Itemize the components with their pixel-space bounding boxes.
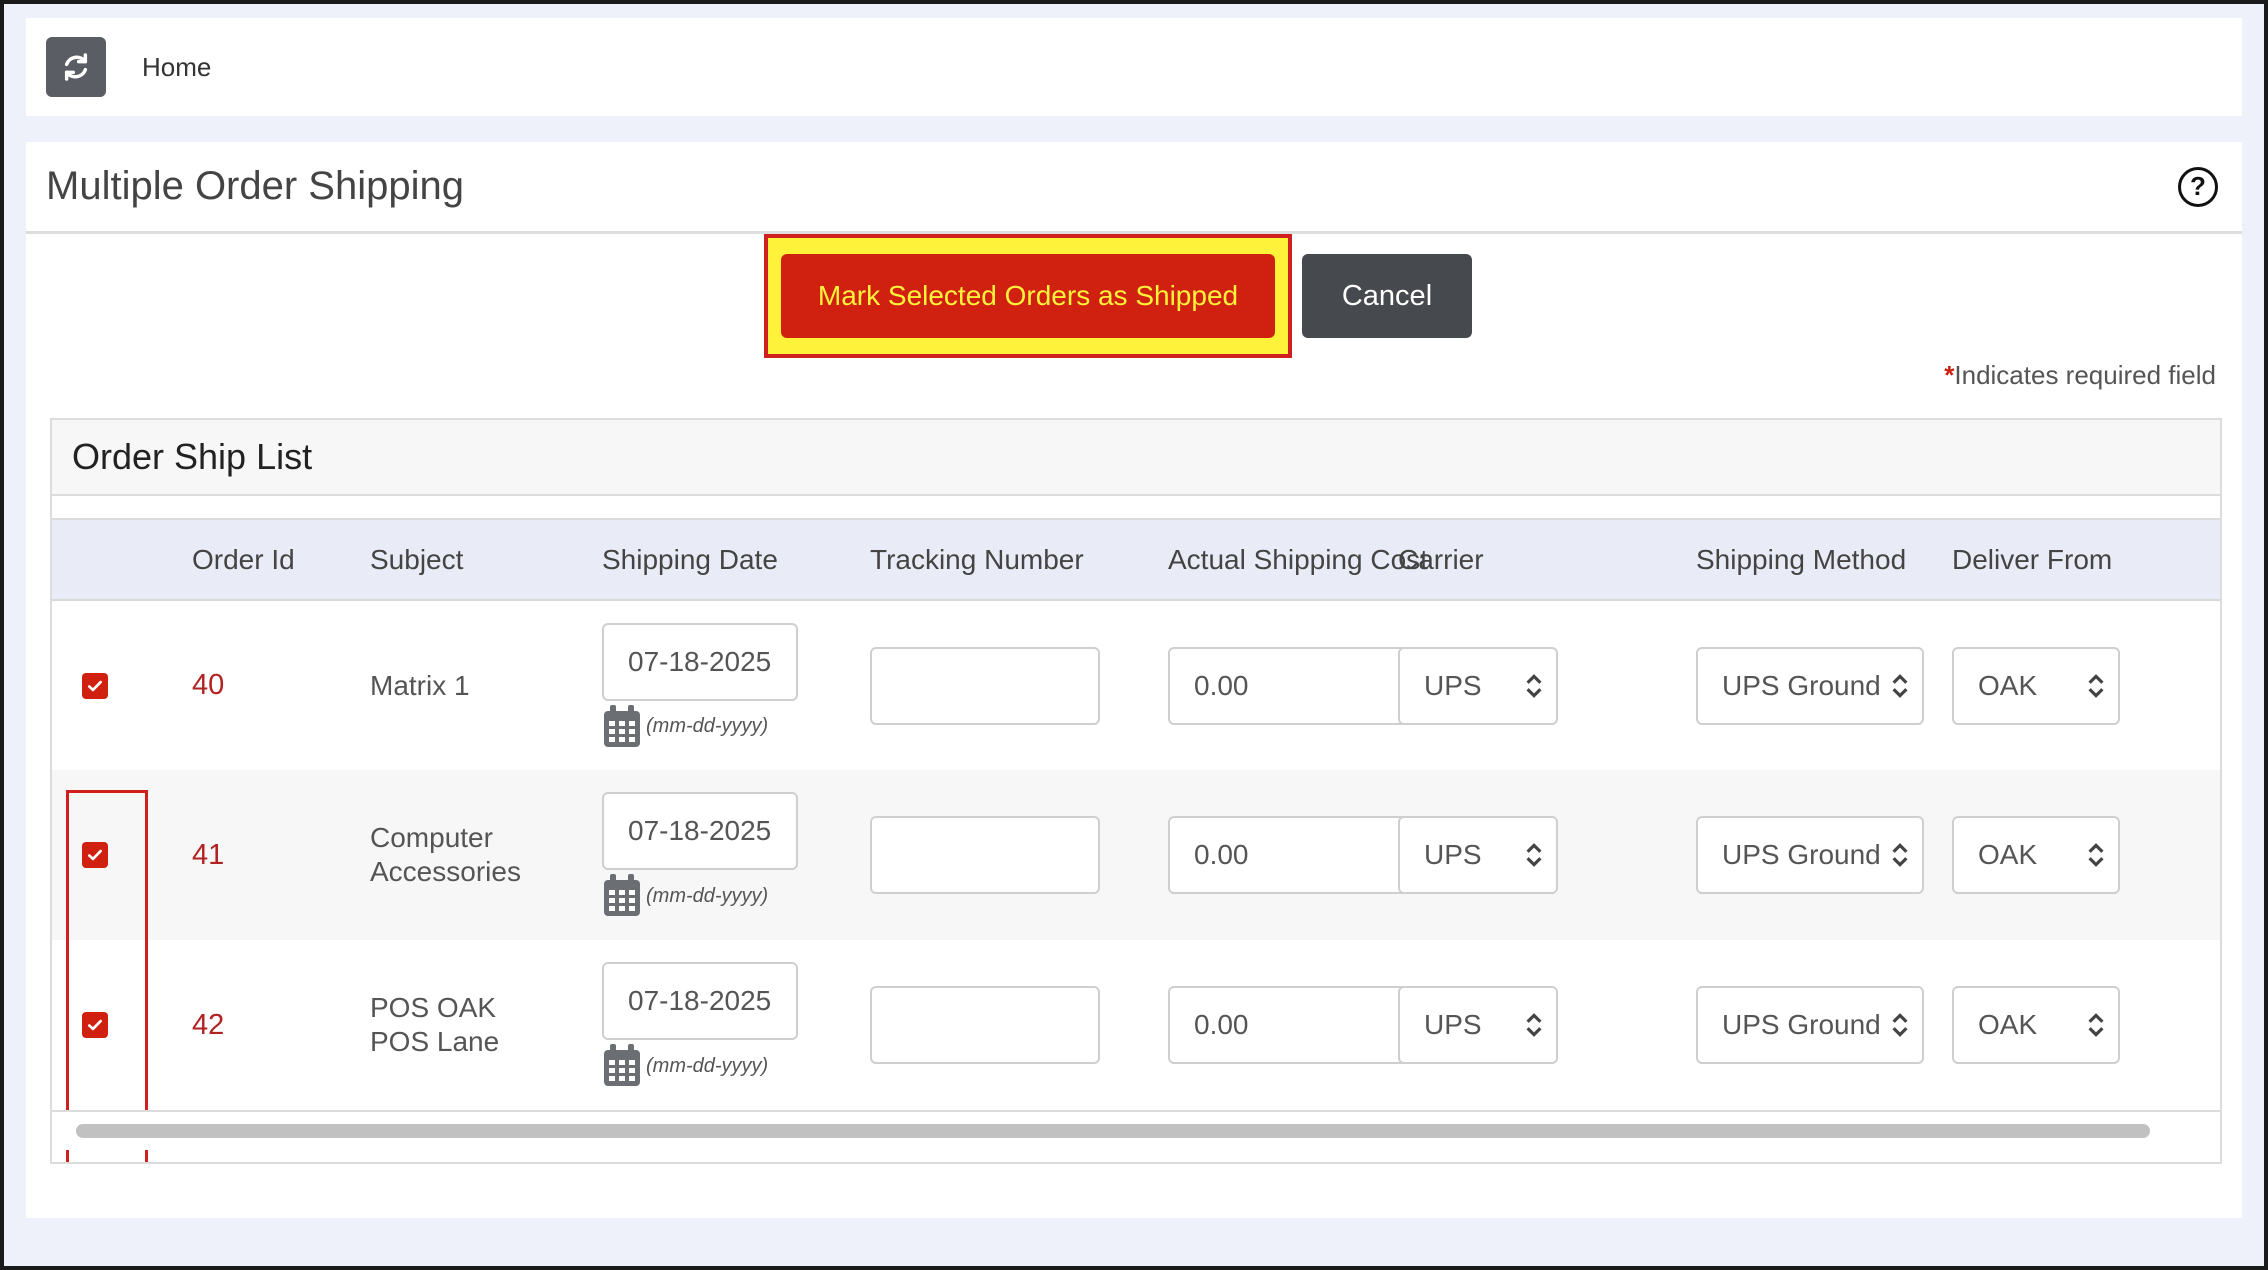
subject-line: Accessories [370, 856, 521, 887]
calendar-icon[interactable] [602, 1044, 642, 1088]
order-id-link[interactable]: 41 [192, 839, 224, 871]
select-arrows-icon [1892, 673, 1908, 698]
deliver-from-value: OAK [1978, 839, 2038, 870]
top-bar: Home [26, 18, 2242, 116]
order-id-link[interactable]: 42 [192, 1009, 224, 1041]
carrier-value: UPS [1424, 1009, 1482, 1040]
help-icon[interactable]: ? [2178, 166, 2218, 207]
deliver-from-value: OAK [1978, 669, 2038, 701]
main-card: Multiple Order Shipping ? Mark Selected … [26, 142, 2242, 1218]
order-ship-list-title: Order Ship List [52, 420, 2220, 496]
horizontal-scrollbar[interactable] [52, 1110, 2220, 1150]
col-deliver-from[interactable]: Deliver From [1952, 520, 2220, 601]
highlight-box: Mark Selected Orders as Shipped [764, 234, 1292, 358]
col-carrier[interactable]: Carrier [1398, 520, 1696, 601]
carrier-select[interactable]: UPS [1398, 646, 1558, 725]
row-checkbox[interactable] [82, 672, 108, 699]
shipping-date-cell: 07-18-2025 (mm-dd-yyyy) [602, 962, 870, 1088]
cancel-button[interactable]: Cancel [1302, 254, 1472, 338]
list-spacer [52, 496, 2220, 520]
mark-shipped-button[interactable]: Mark Selected Orders as Shipped [781, 254, 1275, 338]
shipping-method-value: UPS Ground [1722, 669, 1881, 701]
col-shipping-date[interactable]: Shipping Date [602, 520, 870, 601]
checkmark-icon [88, 1019, 102, 1031]
tracking-number-input[interactable] [870, 986, 1100, 1064]
date-format-hint: (mm-dd-yyyy) [646, 884, 769, 907]
checkmark-icon [88, 849, 102, 861]
shipping-method-select[interactable]: UPS Ground [1696, 816, 1924, 894]
shipping-method-value: UPS Ground [1722, 839, 1881, 870]
col-actual-shipping-cost[interactable]: Actual Shipping Cost [1168, 520, 1428, 601]
col-select [52, 520, 192, 601]
subject-line: Matrix 1 [370, 669, 470, 701]
subject-line: POS Lane [370, 1026, 500, 1057]
required-star: * [1944, 360, 1955, 390]
carrier-select[interactable]: UPS [1398, 816, 1558, 894]
deliver-from-value: OAK [1978, 1009, 2038, 1040]
table-row: 41 Computer Accessories 07-18-2025 (mm-dd… [52, 770, 2220, 940]
order-table: Order Id Subject Shipping Date Tracking … [52, 520, 2220, 1110]
subject-line: POS OAK [370, 992, 497, 1023]
page-title: Multiple Order Shipping [46, 164, 464, 208]
calendar-icon[interactable] [602, 704, 642, 749]
date-format-hint: (mm-dd-yyyy) [646, 715, 769, 737]
subject-line: Computer [370, 822, 493, 853]
deliver-from-select[interactable]: OAK [1952, 986, 2120, 1064]
refresh-button[interactable] [46, 37, 106, 97]
col-order-id[interactable]: Order Id [192, 520, 370, 601]
refresh-icon [64, 53, 88, 81]
shipping-date-cell: 07-18-2025 (mm-dd-yyyy) [602, 622, 870, 749]
select-arrows-icon [1526, 673, 1542, 698]
select-arrows-icon [1892, 843, 1908, 867]
select-arrows-icon [2088, 673, 2104, 698]
deliver-from-select[interactable]: OAK [1952, 816, 2120, 894]
col-tracking-number[interactable]: Tracking Number [870, 520, 1168, 601]
help-icon-glyph: ? [2190, 171, 2206, 201]
shipping-date-input[interactable]: 07-18-2025 [602, 792, 798, 870]
shipping-method-select[interactable]: UPS Ground [1696, 646, 1924, 725]
shipping-method-select[interactable]: UPS Ground [1696, 986, 1924, 1064]
carrier-value: UPS [1424, 839, 1482, 870]
calendar-icon[interactable] [602, 874, 642, 918]
table-row: 40 Matrix 1 07-18-2025 (mm-dd-yyyy) 0.00 [52, 600, 2220, 770]
checkmark-icon [88, 680, 102, 691]
select-arrows-icon [1526, 1013, 1542, 1037]
table-row: 42 POS OAK POS Lane 07-18-2025 (mm-dd-yyy… [52, 940, 2220, 1110]
tracking-number-input[interactable] [870, 646, 1100, 725]
table-header-row: Order Id Subject Shipping Date Tracking … [52, 520, 2220, 601]
carrier-select[interactable]: UPS [1398, 986, 1558, 1064]
action-bar: Mark Selected Orders as Shipped Cancel [764, 232, 1472, 360]
order-id-link[interactable]: 40 [192, 669, 224, 701]
select-arrows-icon [2088, 843, 2104, 867]
row-checkbox[interactable] [82, 1012, 108, 1038]
shipping-method-value: UPS Ground [1722, 1009, 1881, 1040]
deliver-from-select[interactable]: OAK [1952, 646, 2120, 725]
shipping-date-cell: 07-18-2025 (mm-dd-yyyy) [602, 792, 870, 918]
shipping-date-input[interactable]: 07-18-2025 [602, 962, 798, 1040]
required-field-note: *Indicates required field [1944, 360, 2216, 391]
col-subject[interactable]: Subject [370, 520, 602, 601]
select-arrows-icon [1892, 1013, 1908, 1037]
required-text: Indicates required field [1954, 360, 2216, 390]
carrier-value: UPS [1424, 669, 1482, 701]
scrollbar-thumb[interactable] [76, 1124, 2150, 1138]
order-ship-list-panel: Order Ship List Order Id Subject Shippin… [50, 418, 2222, 1164]
col-shipping-method[interactable]: Shipping Method [1696, 520, 1952, 601]
card-header: Multiple Order Shipping ? [26, 142, 2242, 234]
tracking-number-input[interactable] [870, 816, 1100, 894]
row-checkbox[interactable] [82, 842, 108, 868]
select-arrows-icon [2088, 1013, 2104, 1037]
date-format-hint: (mm-dd-yyyy) [646, 1054, 769, 1077]
select-arrows-icon [1526, 843, 1542, 867]
breadcrumb-home[interactable]: Home [142, 52, 211, 83]
shipping-date-input[interactable]: 07-18-2025 [602, 622, 798, 701]
